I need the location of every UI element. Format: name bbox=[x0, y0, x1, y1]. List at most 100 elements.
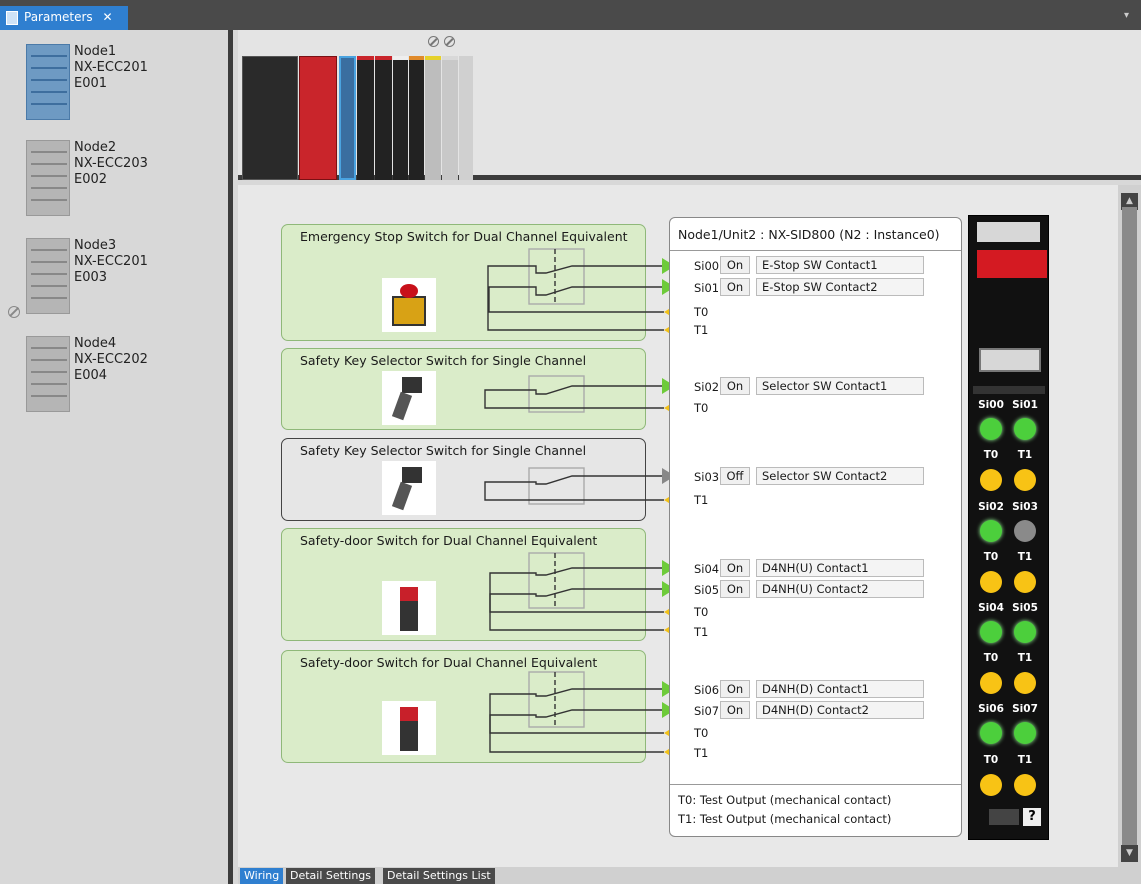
led-label: Si00 bbox=[978, 399, 1004, 411]
node-item-2[interactable]: Node2 NX-ECC203 E002 bbox=[26, 140, 216, 218]
io-unit-image[interactable] bbox=[393, 56, 408, 180]
state-toggle[interactable]: On bbox=[720, 580, 750, 598]
led-label: Si05 bbox=[1012, 602, 1038, 614]
state-toggle[interactable]: Off bbox=[720, 467, 750, 485]
si02-led-icon bbox=[980, 520, 1002, 542]
io-row-si06: Si06 On D4NH(D) Contact1 bbox=[694, 680, 934, 700]
disabled-unit-image[interactable] bbox=[442, 56, 458, 180]
comment-field[interactable]: D4NH(D) Contact1 bbox=[756, 680, 924, 698]
unit-terminal-panel: Node1/Unit2 : NX-SID800 (N2 : Instance0)… bbox=[669, 217, 962, 837]
t1-led-icon bbox=[1014, 469, 1036, 491]
t1-led-icon bbox=[1014, 774, 1036, 796]
device-safety-door-1[interactable]: Safety-door Switch for Dual Channel Equi… bbox=[281, 528, 646, 641]
si06-led-icon bbox=[980, 722, 1002, 744]
state-toggle[interactable]: On bbox=[720, 680, 750, 698]
terminal-name: T1 bbox=[694, 323, 709, 337]
comment-field[interactable]: D4NH(U) Contact2 bbox=[756, 580, 924, 598]
t0-led-icon bbox=[980, 571, 1002, 593]
io-row-si03: Si03 Off Selector SW Contact2 bbox=[694, 467, 934, 487]
terminal-name: Si00 bbox=[694, 259, 720, 273]
led-label: Si03 bbox=[1012, 501, 1038, 513]
io-row-si00: Si00 On E-Stop SW Contact1 bbox=[694, 256, 934, 276]
node-name: Node1 bbox=[74, 44, 117, 59]
device-title: Safety-door Switch for Dual Channel Equi… bbox=[300, 655, 598, 670]
tab-menu-icon[interactable]: ▾ bbox=[1124, 10, 1129, 21]
led-label: T1 bbox=[1017, 652, 1033, 664]
vertical-scrollbar[interactable]: ▲ ▼ bbox=[1118, 185, 1141, 867]
comment-field[interactable]: E-Stop SW Contact1 bbox=[756, 256, 924, 274]
io-row-si02: Si02 On Selector SW Contact1 bbox=[694, 377, 934, 397]
node-list-pane: Node1 NX-ECC201 E001 Node2 NX-ECC203 E002 No… bbox=[0, 30, 233, 884]
led-label: T1 bbox=[1017, 754, 1033, 766]
power-unit-image[interactable] bbox=[299, 56, 337, 180]
tab-wiring[interactable]: Wiring bbox=[240, 868, 284, 884]
device-emergency-stop[interactable]: Emergency Stop Switch for Dual Channel E… bbox=[281, 224, 646, 341]
t1-led-icon bbox=[1014, 571, 1036, 593]
state-toggle[interactable]: On bbox=[720, 701, 750, 719]
si07-led-icon bbox=[1014, 722, 1036, 744]
io-unit-image[interactable] bbox=[375, 56, 392, 180]
device-key-selector-1[interactable]: Safety Key Selector Switch for Single Ch… bbox=[281, 348, 646, 430]
node-id: E002 bbox=[74, 172, 108, 187]
si03-led-icon bbox=[1014, 520, 1036, 542]
terminal-name: T1 bbox=[694, 746, 709, 760]
note-t1: T1: Test Output (mechanical contact) bbox=[678, 812, 892, 826]
node-name: Node2 bbox=[74, 140, 117, 155]
comment-field[interactable]: D4NH(D) Contact2 bbox=[756, 701, 924, 719]
selected-safety-unit-image[interactable] bbox=[339, 56, 356, 180]
device-key-selector-2[interactable]: Safety Key Selector Switch for Single Ch… bbox=[281, 438, 646, 521]
io-unit-image[interactable] bbox=[409, 56, 424, 180]
comment-field[interactable]: D4NH(U) Contact1 bbox=[756, 559, 924, 577]
terminal-name: T0 bbox=[694, 401, 709, 415]
state-toggle[interactable]: On bbox=[720, 377, 750, 395]
led-label: T0 bbox=[983, 449, 999, 461]
terminal-name: Si06 bbox=[694, 683, 720, 697]
device-title: Safety-door Switch for Dual Channel Equi… bbox=[300, 533, 598, 548]
comment-field[interactable]: E-Stop SW Contact2 bbox=[756, 278, 924, 296]
unit-header: Node1/Unit2 : NX-SID800 (N2 : Instance0) bbox=[678, 227, 940, 242]
t1-led-icon bbox=[1014, 672, 1036, 694]
si01-led-icon bbox=[1014, 418, 1036, 440]
node-id: E001 bbox=[74, 76, 108, 91]
node-item-1[interactable]: Node1 NX-ECC201 E001 bbox=[26, 44, 216, 122]
terminal-name: T1 bbox=[694, 625, 709, 639]
coupler-unit-icon bbox=[26, 44, 70, 120]
io-unit-image[interactable] bbox=[357, 56, 374, 180]
help-icon[interactable]: ? bbox=[1023, 808, 1041, 826]
t0-led-icon bbox=[980, 774, 1002, 796]
state-toggle[interactable]: On bbox=[720, 256, 750, 274]
close-tab-icon[interactable]: ✕ bbox=[103, 10, 113, 24]
device-safety-door-2[interactable]: Safety-door Switch for Dual Channel Equi… bbox=[281, 650, 646, 763]
note-t0: T0: Test Output (mechanical contact) bbox=[678, 793, 892, 807]
node-item-3[interactable]: Node3 NX-ECC201 E003 bbox=[26, 238, 216, 316]
io-row-si07: Si07 On D4NH(D) Contact2 bbox=[694, 701, 934, 721]
comment-field[interactable]: Selector SW Contact2 bbox=[756, 467, 924, 485]
terminal-name: T1 bbox=[694, 493, 709, 507]
tab-detail-settings[interactable]: Detail Settings bbox=[286, 868, 376, 884]
disabled-icon bbox=[444, 36, 455, 47]
node-model: NX-ECC203 bbox=[74, 156, 148, 171]
tab-detail-settings-list[interactable]: Detail Settings List bbox=[383, 868, 495, 884]
disabled-unit-image[interactable] bbox=[425, 56, 441, 180]
io-row-si01: Si01 On E-Stop SW Contact2 bbox=[694, 278, 934, 298]
t0-led-icon bbox=[980, 469, 1002, 491]
scroll-thumb[interactable] bbox=[1122, 207, 1137, 847]
scroll-down-icon[interactable]: ▼ bbox=[1121, 845, 1138, 862]
terminal-name: Si03 bbox=[694, 470, 720, 484]
comment-field[interactable]: Selector SW Contact1 bbox=[756, 377, 924, 395]
emergency-stop-switch-image bbox=[382, 278, 436, 332]
coupler-unit-image[interactable] bbox=[242, 56, 298, 180]
led-label: T0 bbox=[983, 754, 999, 766]
tab-parameters[interactable]: Parameters ✕ bbox=[0, 6, 128, 30]
state-toggle[interactable]: On bbox=[720, 559, 750, 577]
node-id: E004 bbox=[74, 368, 108, 383]
coupler-unit-icon bbox=[26, 238, 70, 314]
nx-sid800-module-image: Si00 Si01 T0 T1 Si02 Si03 T0 T1 Si04 Si0… bbox=[968, 215, 1049, 840]
si00-led-icon bbox=[980, 418, 1002, 440]
terminal-name: Si04 bbox=[694, 562, 720, 576]
node-id: E003 bbox=[74, 270, 108, 285]
state-toggle[interactable]: On bbox=[720, 278, 750, 296]
node-item-4[interactable]: Node4 NX-ECC202 E004 bbox=[26, 336, 216, 414]
end-cover-image bbox=[459, 56, 473, 180]
terminal-name: Si07 bbox=[694, 704, 720, 718]
